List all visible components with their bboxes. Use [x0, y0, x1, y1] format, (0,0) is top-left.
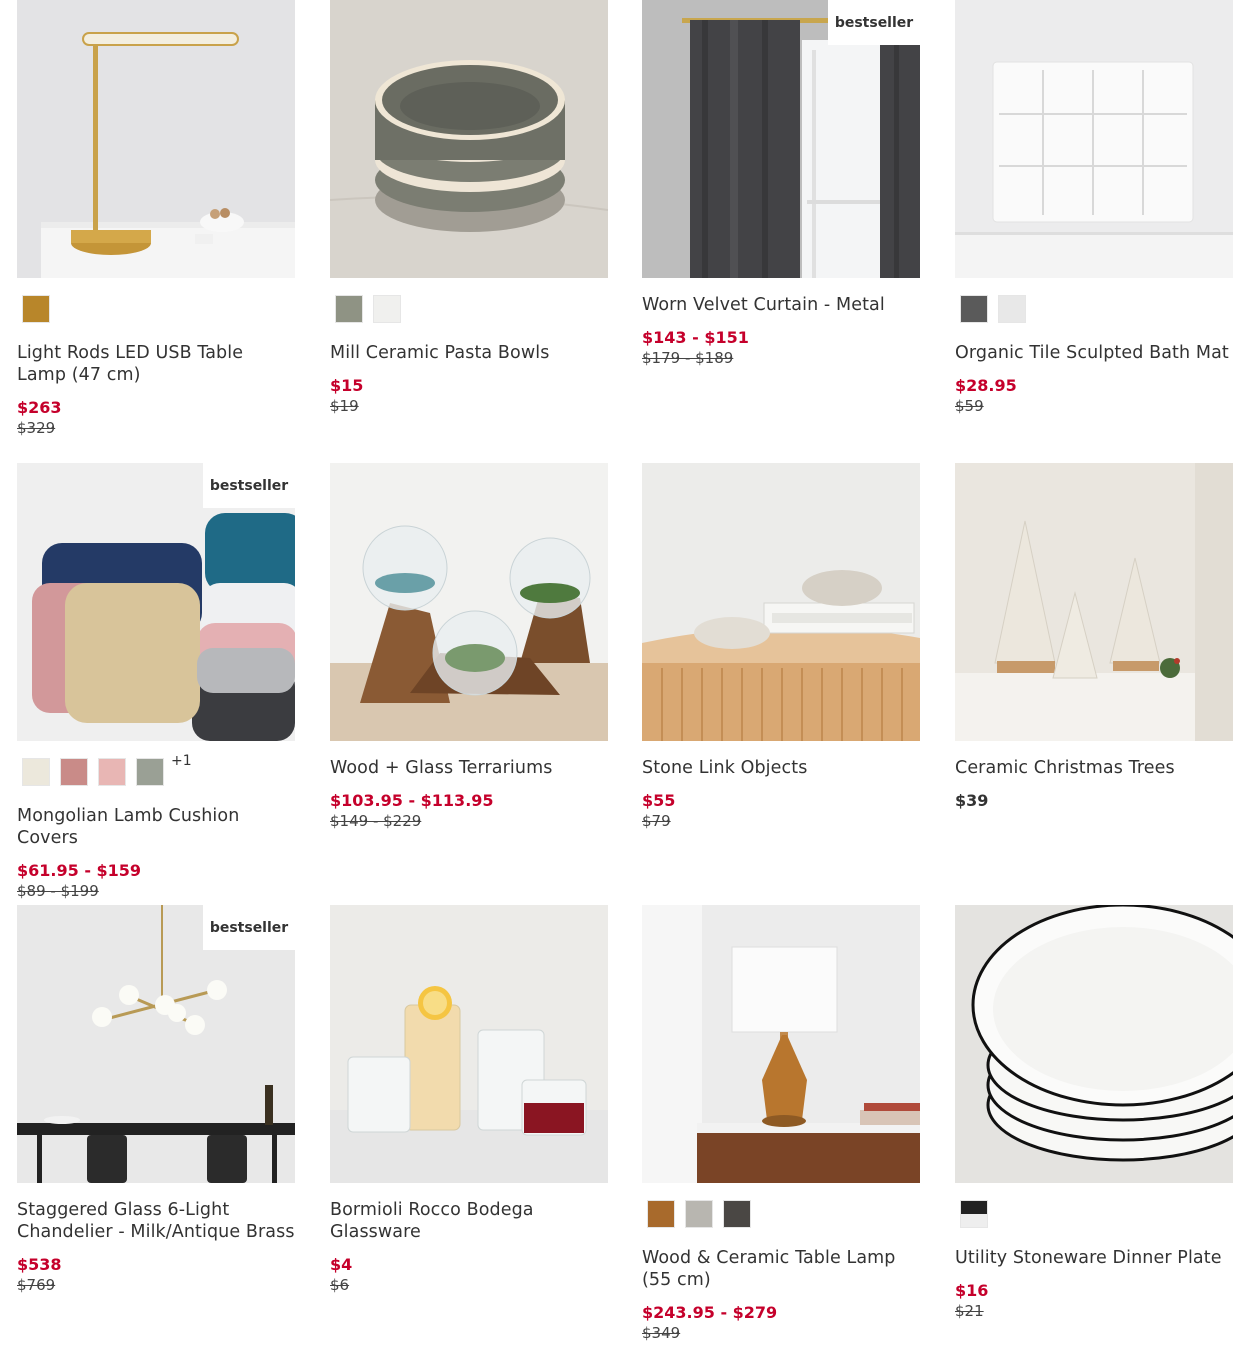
swatch-grey[interactable]: [136, 758, 164, 786]
product-title[interactable]: Mongolian Lamb Cushion Covers: [17, 805, 295, 849]
original-price: $149 - $229: [330, 812, 422, 830]
original-price: $21: [955, 1302, 984, 1320]
bestseller-badge: bestseller: [828, 0, 920, 45]
swatch-green[interactable]: [335, 295, 363, 323]
original-price: $329: [17, 419, 56, 437]
product-image[interactable]: bestseller: [642, 0, 920, 278]
sale-price: $538: [17, 1255, 62, 1274]
product-image[interactable]: [330, 0, 608, 278]
product-image[interactable]: [642, 905, 920, 1183]
swatch-white[interactable]: [998, 295, 1026, 323]
sale-price: $243.95 - $279: [642, 1303, 778, 1322]
product-image[interactable]: [330, 905, 608, 1183]
table-lamp-image: [17, 0, 295, 278]
product-title[interactable]: Wood + Glass Terrariums: [330, 757, 608, 779]
product-image[interactable]: [955, 463, 1233, 741]
swatch-rose[interactable]: [60, 758, 88, 786]
swatch-pink[interactable]: [98, 758, 126, 786]
product-image[interactable]: bestseller: [17, 905, 295, 1183]
sale-price: $55: [642, 791, 676, 810]
product-card[interactable]: Utility Stoneware Dinner Plate $16 $21: [955, 905, 1233, 1320]
product-card[interactable]: Wood + Glass Terrariums $103.95 - $113.9…: [330, 463, 608, 830]
swatch-black[interactable]: [723, 1200, 751, 1228]
sale-price: $16: [955, 1281, 989, 1300]
table-lamp-image: [642, 905, 920, 1183]
sale-price: $61.95 - $159: [17, 861, 142, 880]
color-swatches: [330, 294, 608, 324]
product-image[interactable]: [642, 463, 920, 741]
swatch-grey[interactable]: [685, 1200, 713, 1228]
color-swatches: [955, 1199, 1233, 1229]
product-title[interactable]: Light Rods LED USB Table Lamp (47 cm): [17, 342, 295, 386]
product-card[interactable]: Ceramic Christmas Trees $39: [955, 463, 1233, 810]
product-image[interactable]: bestseller: [17, 463, 295, 741]
bath-mat-image: [955, 0, 1233, 278]
original-price: $349: [642, 1324, 681, 1342]
product-title[interactable]: Mill Ceramic Pasta Bowls: [330, 342, 608, 364]
swatch-ivory[interactable]: [22, 758, 50, 786]
original-price: $179 - $189: [642, 349, 734, 367]
product-title[interactable]: Organic Tile Sculpted Bath Mat: [955, 342, 1233, 364]
swatch-black-rim[interactable]: [960, 1200, 988, 1228]
original-price: $59: [955, 397, 984, 415]
product-grid: Light Rods LED USB Table Lamp (47 cm) $2…: [0, 0, 1250, 1368]
sale-price: $4: [330, 1255, 353, 1274]
swatch-wood[interactable]: [647, 1200, 675, 1228]
product-title[interactable]: Worn Velvet Curtain - Metal: [642, 294, 920, 316]
product-title[interactable]: Ceramic Christmas Trees: [955, 757, 1233, 779]
product-title[interactable]: Staggered Glass 6-Light Chandelier - Mil…: [17, 1199, 295, 1243]
product-card[interactable]: Stone Link Objects $55 $79: [642, 463, 920, 830]
original-price: $19: [330, 397, 359, 415]
product-title[interactable]: Stone Link Objects: [642, 757, 920, 779]
color-swatches: [17, 294, 295, 324]
bestseller-badge: bestseller: [203, 463, 295, 508]
color-swatches: [955, 294, 1233, 324]
product-title[interactable]: Bormioli Rocco Bodega Glassware: [330, 1199, 608, 1243]
product-image[interactable]: [17, 0, 295, 278]
product-card[interactable]: bestseller Staggered Glass 6-Light Chand…: [17, 905, 295, 1294]
sale-price: $143 - $151: [642, 328, 749, 347]
price: $39: [955, 791, 989, 810]
terrariums-image: [330, 463, 608, 741]
product-card[interactable]: Mill Ceramic Pasta Bowls $15 $19: [330, 0, 608, 415]
color-swatches: [642, 1199, 920, 1229]
product-image[interactable]: [330, 463, 608, 741]
christmas-trees-image: [955, 463, 1233, 741]
product-card[interactable]: Bormioli Rocco Bodega Glassware $4 $6: [330, 905, 608, 1294]
product-card[interactable]: bestseller +1 Mongolian Lamb Cushion Cov…: [17, 463, 295, 900]
sale-price: $103.95 - $113.95: [330, 791, 494, 810]
product-image[interactable]: [955, 905, 1233, 1183]
swatch-white[interactable]: [373, 295, 401, 323]
color-swatches: +1: [17, 753, 295, 787]
product-card[interactable]: Organic Tile Sculpted Bath Mat $28.95 $5…: [955, 0, 1233, 415]
dinner-plate-image: [955, 905, 1233, 1183]
swatch-brass[interactable]: [22, 295, 50, 323]
original-price: $79: [642, 812, 671, 830]
product-card[interactable]: Light Rods LED USB Table Lamp (47 cm) $2…: [17, 0, 295, 437]
glassware-image: [330, 905, 608, 1183]
stone-link-objects-image: [642, 463, 920, 741]
original-price: $769: [17, 1276, 56, 1294]
product-card[interactable]: Wood & Ceramic Table Lamp (55 cm) $243.9…: [642, 905, 920, 1342]
bestseller-badge: bestseller: [203, 905, 295, 950]
sale-price: $28.95: [955, 376, 1017, 395]
pasta-bowls-image: [330, 0, 608, 278]
sale-price: $263: [17, 398, 62, 417]
product-title[interactable]: Wood & Ceramic Table Lamp (55 cm): [642, 1247, 920, 1291]
product-title[interactable]: Utility Stoneware Dinner Plate: [955, 1247, 1233, 1269]
product-image[interactable]: [955, 0, 1233, 278]
original-price: $6: [330, 1276, 350, 1294]
original-price: $89 - $199: [17, 882, 99, 900]
sale-price: $15: [330, 376, 364, 395]
product-card[interactable]: bestseller Worn Velvet Curtain - Metal $…: [642, 0, 920, 367]
more-swatches-count[interactable]: +1: [171, 753, 192, 769]
swatch-charcoal[interactable]: [960, 295, 988, 323]
